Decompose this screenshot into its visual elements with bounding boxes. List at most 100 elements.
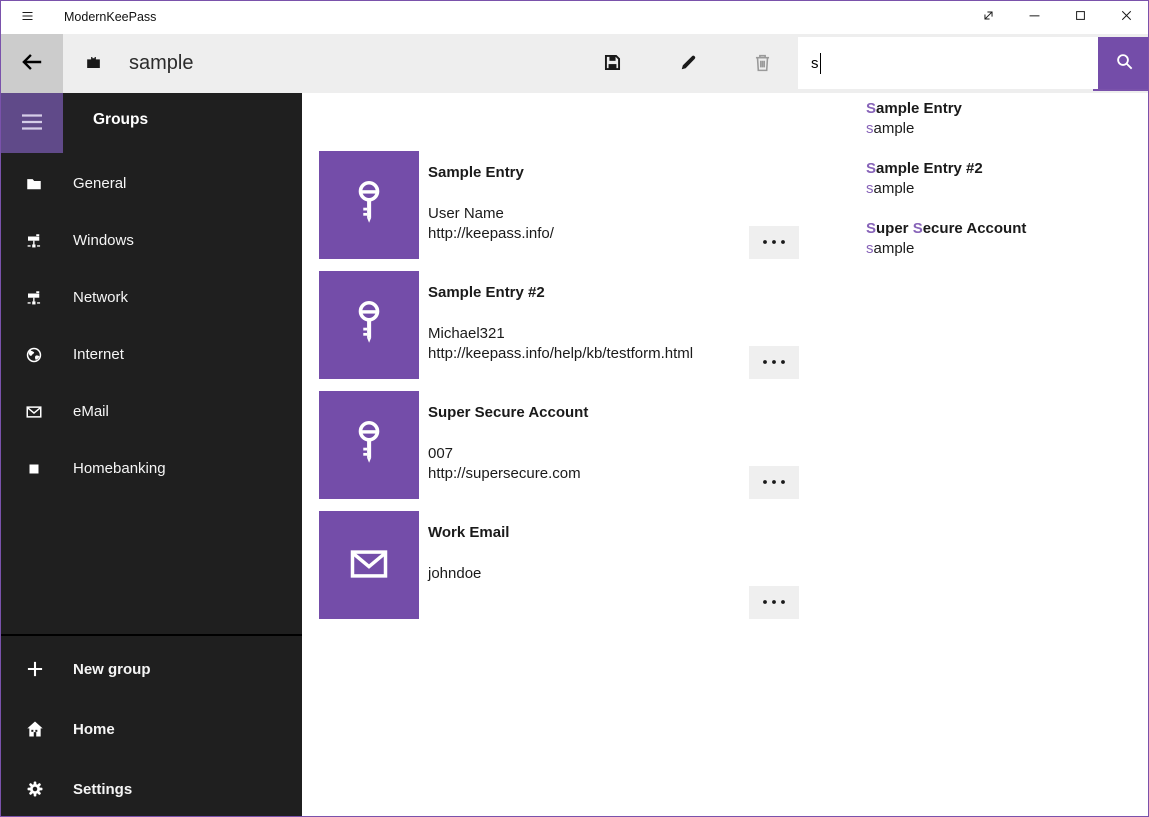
entry-title: Sample Entry: [428, 164, 524, 181]
expand-diagonal-icon: [980, 7, 997, 27]
entry-username: 007: [428, 444, 581, 464]
entry-sample-entry: Sample Entry User Namehttp://keepass.inf…: [319, 151, 799, 259]
sidebar-item-label: Windows: [73, 232, 134, 249]
suggestion-title: Sample Entry: [866, 99, 1136, 119]
folder-icon: [25, 175, 43, 193]
fullscreen-button[interactable]: [965, 1, 1011, 33]
maximize-button[interactable]: [1057, 1, 1103, 33]
search-input[interactable]: s: [798, 37, 1098, 89]
back-arrow-icon: [19, 49, 45, 78]
entry-sample-entry-2: Sample Entry #2 Michael321http://keepass…: [319, 271, 799, 379]
hamburger-icon: [20, 10, 35, 25]
delete-button[interactable]: [738, 34, 786, 93]
sidebar-hamburger-button[interactable]: [1, 93, 63, 153]
text-caret: [820, 53, 821, 74]
network-computer-icon: [25, 289, 43, 307]
gear-icon: [25, 779, 45, 799]
sidebar-action-new-group[interactable]: New group: [1, 639, 302, 699]
suggestion-subtitle-part: ample: [874, 240, 915, 257]
search-suggestion-super-secure-account[interactable]: Super Secure Account sample: [866, 219, 1136, 259]
app-title: ModernKeePass: [64, 1, 156, 34]
key-icon: [352, 179, 386, 232]
search-input-value: s: [811, 55, 819, 72]
entry-tile[interactable]: [319, 511, 419, 619]
entry-username: User Name: [428, 204, 554, 224]
suggestion-subtitle-part: ample: [874, 180, 915, 197]
ellipsis-icon: [761, 235, 787, 250]
back-button[interactable]: [1, 34, 63, 93]
suggestion-title-part: S: [913, 220, 923, 237]
sidebar-action-settings[interactable]: Settings: [1, 759, 302, 817]
square-icon: [25, 460, 43, 478]
entry-super-secure-account: Super Secure Account 007http://supersecu…: [319, 391, 799, 499]
more-button[interactable]: [749, 586, 799, 619]
suggestion-subtitle: sample: [866, 239, 1136, 259]
search-submit-button[interactable]: [1098, 37, 1149, 89]
suggestion-subtitle-part: s: [866, 120, 874, 137]
sidebar-item-internet[interactable]: Internet: [1, 326, 302, 383]
edit-button[interactable]: [664, 34, 712, 93]
sidebar-item-homebanking[interactable]: Homebanking: [1, 440, 302, 497]
entry-tile[interactable]: [319, 151, 419, 259]
entry-details: 007http://supersecure.com: [428, 444, 581, 484]
suggestion-title-part: S: [866, 100, 876, 117]
entry-tile[interactable]: [319, 391, 419, 499]
sidebar-item-general[interactable]: General: [1, 155, 302, 212]
more-button[interactable]: [749, 466, 799, 499]
ellipsis-icon: [761, 475, 787, 490]
suggestion-subtitle-part: s: [866, 180, 874, 197]
sidebar-action-label: New group: [73, 661, 151, 678]
sidebar-action-home[interactable]: Home: [1, 699, 302, 759]
suggestion-subtitle-part: s: [866, 240, 874, 257]
titlebar-hamburger-button[interactable]: [7, 1, 47, 34]
search-suggestion-sample-entry-2[interactable]: Sample Entry #2 sample: [866, 159, 1136, 199]
sidebar-item-label: Internet: [73, 346, 124, 363]
maximize-icon: [1072, 7, 1089, 27]
minimize-icon: [1026, 7, 1043, 27]
sidebar-item-windows[interactable]: Windows: [1, 212, 302, 269]
sidebar-separator: [1, 634, 302, 636]
entry-tile[interactable]: [319, 271, 419, 379]
save-floppy-icon: [602, 52, 623, 76]
entry-title: Work Email: [428, 524, 509, 541]
database-briefcase-icon: [84, 53, 103, 72]
key-icon: [352, 299, 386, 352]
suggestion-title-part: ample Entry: [876, 100, 962, 117]
close-button[interactable]: [1103, 1, 1149, 33]
network-computer-icon: [25, 232, 43, 250]
ellipsis-icon: [761, 595, 787, 610]
sidebar-item-email[interactable]: eMail: [1, 383, 302, 440]
entry-title: Super Secure Account: [428, 404, 588, 421]
entry-title: Sample Entry #2: [428, 284, 545, 301]
entry-details: Michael321http://keepass.info/help/kb/te…: [428, 324, 693, 364]
suggestion-title-part: S: [866, 220, 876, 237]
sidebar-item-network[interactable]: Network: [1, 269, 302, 326]
close-icon: [1118, 7, 1135, 27]
more-button[interactable]: [749, 346, 799, 379]
database-title: sample: [129, 34, 193, 93]
entry-details: johndoe: [428, 564, 481, 584]
ellipsis-icon: [761, 355, 787, 370]
entry-url: http://keepass.info/: [428, 224, 554, 244]
envelope-icon: [25, 403, 43, 421]
sidebar-action-label: Home: [73, 721, 115, 738]
search-suggestion-sample-entry[interactable]: Sample Entry sample: [866, 99, 1136, 139]
entry-details: User Namehttp://keepass.info/: [428, 204, 554, 244]
envelope-icon: [342, 542, 396, 589]
entry-url: http://supersecure.com: [428, 464, 581, 484]
entry-url: http://keepass.info/help/kb/testform.htm…: [428, 344, 693, 364]
plus-icon: [25, 659, 45, 679]
suggestion-title-part: uper: [876, 220, 913, 237]
minimize-button[interactable]: [1011, 1, 1057, 33]
suggestion-subtitle: sample: [866, 179, 1136, 199]
entry-username: johndoe: [428, 564, 481, 584]
groups-heading: Groups: [93, 111, 148, 129]
sidebar-action-label: Settings: [73, 781, 132, 798]
more-button[interactable]: [749, 226, 799, 259]
save-button[interactable]: [588, 34, 636, 93]
home-icon: [25, 719, 45, 739]
trash-icon: [752, 52, 773, 76]
suggestion-title-part: ample Entry #2: [876, 160, 983, 177]
title-bar: ModernKeePass: [1, 1, 1148, 34]
search-flyout-border: [1093, 89, 1149, 91]
